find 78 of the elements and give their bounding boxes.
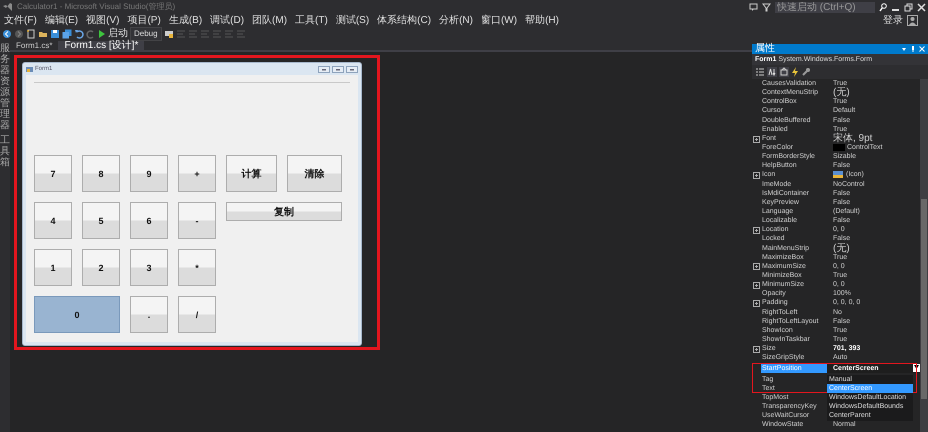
image-icon	[833, 171, 843, 178]
calculator-button[interactable]: 清除	[287, 155, 342, 192]
document-tab[interactable]: Form1.cs [设计]*	[58, 41, 144, 50]
property-value: (无)	[833, 87, 850, 98]
side-tab[interactable]: 工具箱	[0, 135, 10, 168]
start-button[interactable]: 启动	[108, 28, 128, 40]
menu-item[interactable]: 窗口(W)	[476, 14, 522, 26]
document-tab[interactable]: Form1.cs*	[10, 41, 58, 50]
menu-item[interactable]: 编辑(E)	[40, 14, 82, 26]
menu-item[interactable]: 文件(F)	[0, 14, 41, 26]
configuration-dropdown[interactable]: Debug	[130, 27, 162, 41]
calculator-button[interactable]: *	[178, 249, 216, 286]
panel-title: 属性	[755, 44, 776, 54]
calculator-button[interactable]: 5	[82, 202, 120, 239]
form-icon	[26, 66, 33, 72]
menu-item[interactable]: 体系结构(C)	[373, 14, 436, 26]
properties-icon[interactable]	[779, 67, 789, 77]
play-icon[interactable]	[98, 29, 106, 39]
menu-item[interactable]: 视图(V)	[82, 14, 124, 26]
forward-icon[interactable]	[14, 29, 24, 39]
back-icon[interactable]	[2, 29, 12, 39]
lightning-icon[interactable]	[791, 67, 799, 77]
minimize-icon[interactable]	[318, 66, 330, 72]
save-icon[interactable]	[50, 29, 60, 39]
alphabetical-icon[interactable]	[767, 67, 777, 77]
calculator-button[interactable]: 计算	[226, 155, 277, 192]
new-project-icon[interactable]	[26, 29, 36, 39]
calculator-button[interactable]: 1	[34, 249, 72, 286]
scrollbar[interactable]	[920, 79, 928, 432]
caret-icon	[914, 365, 919, 370]
filter-icon[interactable]	[762, 2, 771, 12]
search-icon[interactable]	[879, 2, 887, 12]
format-icon[interactable]	[164, 29, 174, 39]
expand-icon[interactable]	[753, 263, 760, 270]
calculator-button[interactable]: -	[178, 202, 216, 239]
calculator-button[interactable]: 2	[82, 249, 120, 286]
expand-icon[interactable]	[753, 282, 760, 289]
folder-icon[interactable]	[38, 29, 48, 39]
dropdown-icon[interactable]	[901, 46, 907, 52]
restore-icon[interactable]	[904, 2, 913, 12]
menu-item[interactable]: 分析(N)	[435, 14, 477, 26]
save-all-icon[interactable]	[62, 29, 72, 39]
expand-icon[interactable]	[753, 300, 760, 308]
feedback-icon[interactable]	[749, 2, 758, 12]
calculator-button[interactable]: 复制	[226, 202, 342, 221]
calculator-button[interactable]: 0	[34, 296, 120, 333]
sign-in-link[interactable]: 登录	[879, 14, 907, 26]
menu-item[interactable]: 帮助(H)	[521, 14, 563, 26]
expand-icon[interactable]	[753, 346, 760, 353]
property-value: 宋体, 9pt	[833, 132, 872, 144]
calculator-button[interactable]: 9	[130, 155, 168, 192]
property-value: (无)	[833, 242, 850, 254]
menu-item[interactable]: 测试(S)	[332, 14, 374, 26]
calculator-button[interactable]: .	[130, 296, 168, 333]
menu-item[interactable]: 生成(B)	[164, 14, 206, 26]
window-title: Calculator1 - Microsoft Visual Studio(管理员)	[17, 1, 176, 13]
menu-item[interactable]: 调试(D)	[206, 14, 248, 26]
calculator-button[interactable]: 3	[130, 249, 168, 286]
scroll-thumb[interactable]	[921, 199, 927, 399]
menu-item[interactable]: 团队(M)	[248, 14, 292, 26]
calculator-button[interactable]: 6	[130, 202, 168, 239]
calculator-button[interactable]: /	[178, 296, 216, 333]
calculator-button[interactable]: 7	[34, 155, 72, 192]
pin-icon[interactable]	[910, 46, 916, 52]
calculator-button[interactable]: 4	[34, 202, 72, 239]
user-icon[interactable]	[907, 15, 918, 26]
undo-icon[interactable]	[74, 29, 84, 39]
logo-icon	[2, 2, 13, 12]
calculator-button[interactable]: +	[178, 155, 216, 192]
side-tab[interactable]: 服务器资源管理器	[0, 43, 10, 131]
expand-icon[interactable]	[753, 226, 760, 234]
wrench-icon[interactable]	[801, 67, 811, 77]
calculator-button[interactable]: 8	[82, 155, 120, 192]
menu-item[interactable]: 项目(P)	[123, 14, 165, 26]
expand-icon[interactable]	[753, 136, 760, 142]
menu-item[interactable]: 工具(T)	[291, 14, 332, 26]
categorized-icon[interactable]	[755, 67, 765, 77]
expand-icon[interactable]	[753, 172, 760, 180]
